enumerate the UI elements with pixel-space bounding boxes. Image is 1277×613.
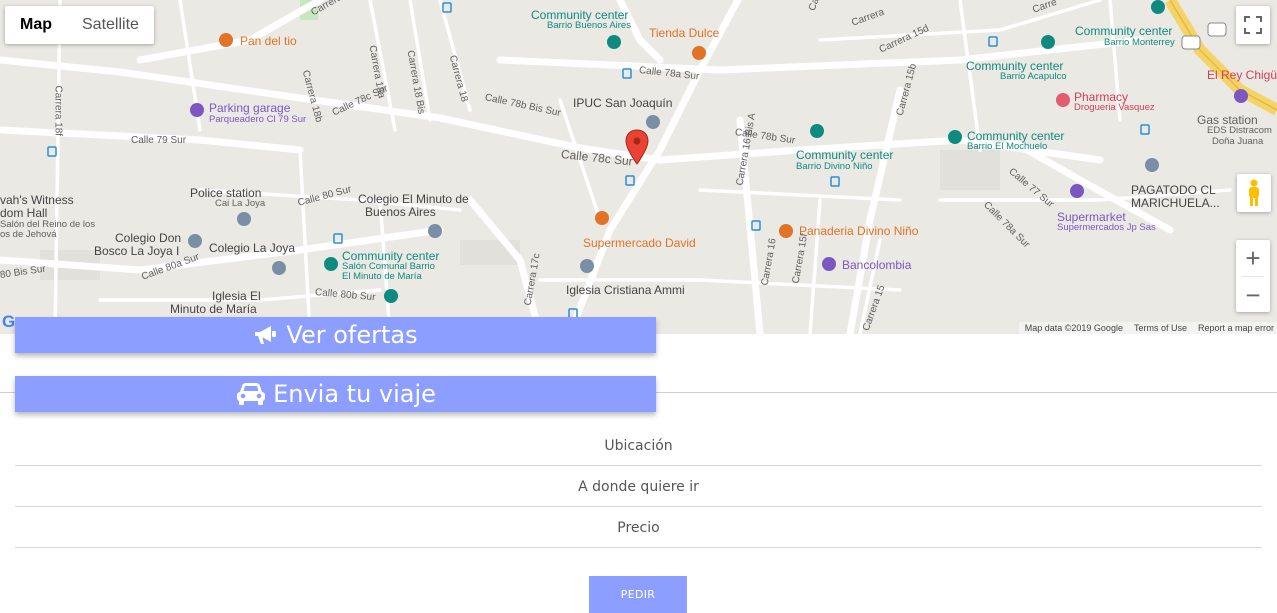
poi-sublabel: Barrio Acapulco xyxy=(1000,71,1067,82)
zoom-control: + − xyxy=(1236,240,1270,312)
poi-label[interactable]: Bosco La Joya I xyxy=(94,244,179,258)
poi-label[interactable]: El Rey Chigü xyxy=(1207,68,1277,82)
ubicacion-input[interactable] xyxy=(15,426,1262,466)
precio-input[interactable] xyxy=(15,508,1262,548)
poi-sublabel: Cai La Joya xyxy=(215,198,266,209)
map-type-control: Map Satellite xyxy=(5,6,154,44)
fullscreen-icon xyxy=(1244,16,1262,34)
poi-sublabel: Drogueria Vasquez xyxy=(1074,102,1155,113)
poi-sublabel: El Minuto de María xyxy=(342,271,422,282)
map-type-map-button[interactable]: Map xyxy=(5,6,67,44)
map-data-credit: Map data ©2019 Google xyxy=(1024,323,1123,333)
poi-sublabel: EDS Distracom xyxy=(1207,125,1272,136)
poi-sublabel: Parqueadero Cl 79 Sur xyxy=(209,114,307,125)
poi-label[interactable]: Tienda Dulce xyxy=(649,26,719,40)
poi-label[interactable]: Supermercado David xyxy=(583,236,696,250)
zoom-out-button[interactable]: − xyxy=(1236,277,1270,313)
envia-tu-viaje-label: Envia tu viaje xyxy=(273,380,436,408)
ver-ofertas-label: Ver ofertas xyxy=(286,321,418,349)
app-root: Pan del tio Community center Barrio Buen… xyxy=(0,0,1277,613)
street-view-pegman-button[interactable] xyxy=(1237,174,1271,212)
poi-sublabel: Supermercados Jp Sas xyxy=(1057,222,1156,233)
poi-label[interactable]: Panaderia Divino Niño xyxy=(799,224,918,238)
google-logo[interactable]: G xyxy=(2,312,15,332)
poi-sublabel: Barrio Monterrey xyxy=(1104,37,1175,48)
pegman-icon xyxy=(1249,179,1259,206)
poi-sublabel: Barrio Buenos Aires xyxy=(547,20,631,31)
poi-label[interactable]: Buenos Aires xyxy=(365,205,436,219)
poi-label[interactable]: IPUC San Joaquín xyxy=(573,96,672,110)
megaphone-icon xyxy=(255,326,277,344)
poi-label[interactable]: Colegio La Joya xyxy=(209,241,295,255)
zoom-in-button[interactable]: + xyxy=(1236,240,1270,276)
envia-tu-viaje-button[interactable]: Envia tu viaje xyxy=(15,376,656,412)
poi-label[interactable]: Minuto de María xyxy=(170,302,257,316)
map-type-satellite-button[interactable]: Satellite xyxy=(67,6,154,44)
pedir-button[interactable]: PEDIR xyxy=(589,576,687,613)
poi-label[interactable]: Bancolombia xyxy=(842,258,911,272)
map-view[interactable]: Pan del tio Community center Barrio Buen… xyxy=(0,0,1277,334)
report-map-error-link[interactable]: Report a map error xyxy=(1198,322,1274,334)
street-label: Carrera 18f xyxy=(52,85,64,137)
map-attribution: Map data ©2019 Google Terms of Use Repor… xyxy=(1018,322,1277,334)
terms-of-use-link[interactable]: Terms of Use xyxy=(1134,322,1187,334)
street-label: Calle 79 Sur xyxy=(131,135,187,146)
poi-label[interactable]: Iglesia Cristiana Ammi xyxy=(566,283,685,297)
poi-label[interactable]: Pan del tio xyxy=(240,34,297,48)
poi-sublabel: Barrio El Mochuelo xyxy=(967,141,1048,152)
fullscreen-button[interactable] xyxy=(1236,6,1270,44)
ver-ofertas-button[interactable]: Ver ofertas xyxy=(15,317,656,353)
poi-sublabel: os de Jehová xyxy=(0,229,57,240)
car-icon xyxy=(237,383,266,405)
destino-input[interactable] xyxy=(15,467,1262,507)
poi-sublabel: Doña Juana xyxy=(1212,136,1264,147)
poi-sublabel: Barrio Divino Niño xyxy=(796,161,873,172)
poi-label[interactable]: MARICHUELA... xyxy=(1131,196,1220,210)
